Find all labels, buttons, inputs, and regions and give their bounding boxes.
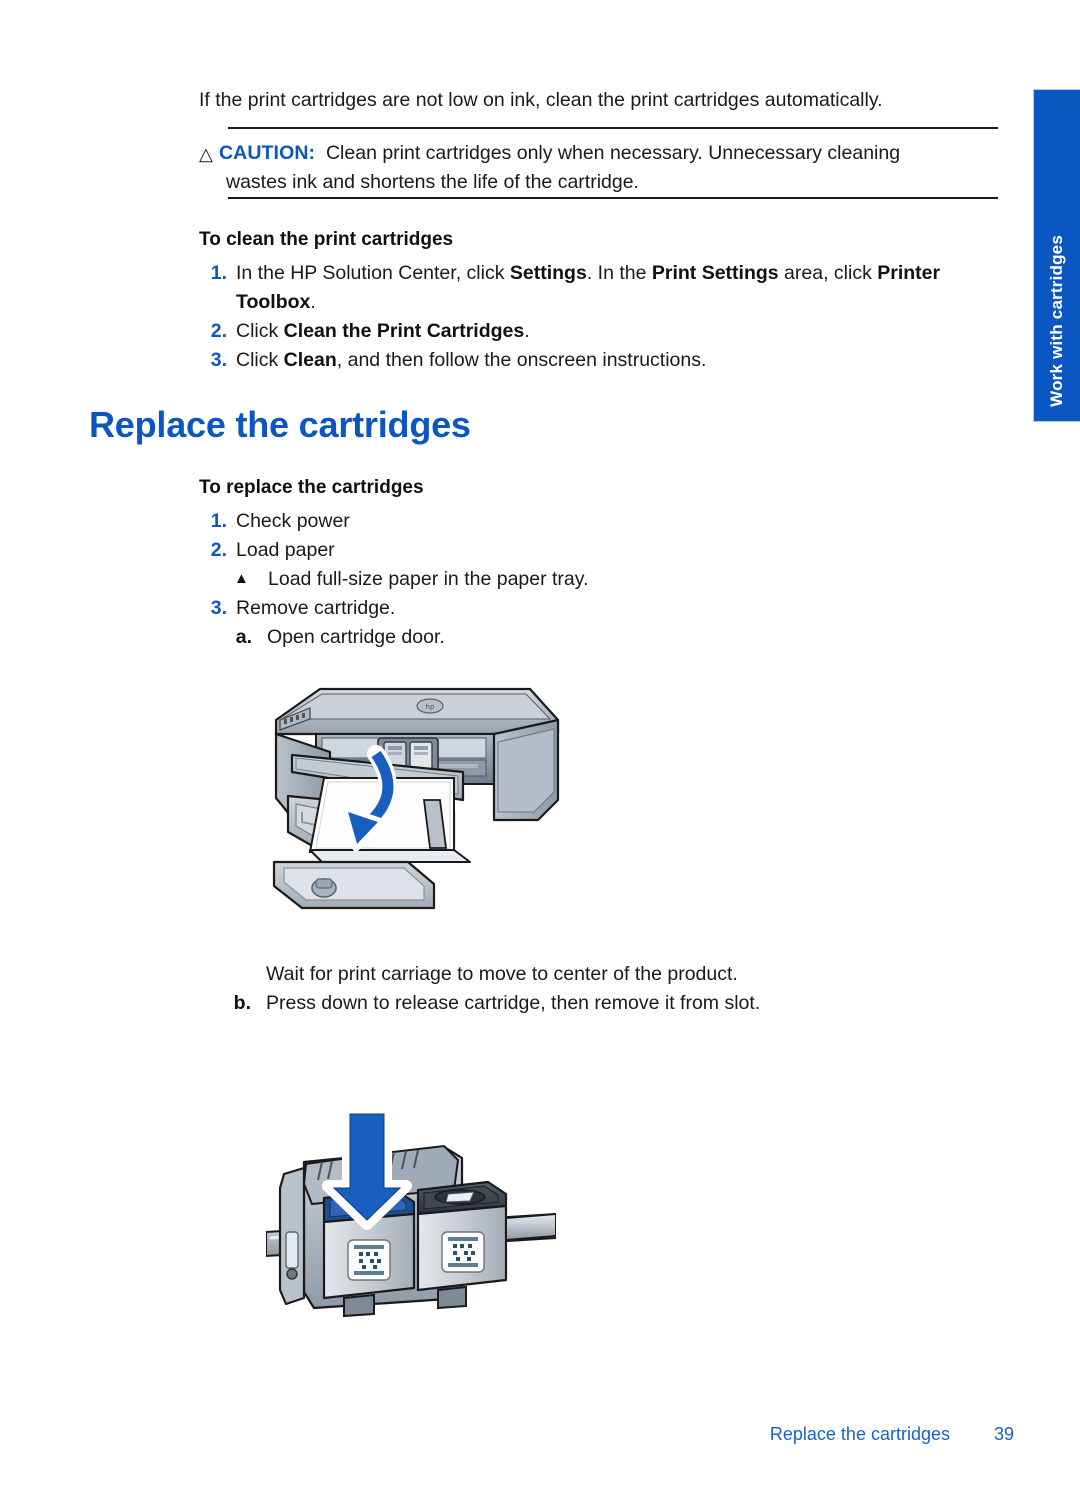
- list-item: 2. Click Clean the Print Cartridges.: [199, 317, 999, 346]
- clean-section-heading: To clean the print cartridges: [199, 229, 454, 250]
- step-number: 3.: [210, 597, 227, 619]
- caution-rule-bottom: [228, 197, 998, 199]
- sub-step-letter: a.: [235, 626, 252, 648]
- list-item-bullet: ▲ Load full-size paper in the paper tray…: [230, 565, 999, 594]
- document-page: Work with cartridges If the print cartri…: [0, 0, 1080, 1495]
- caution-text-line1: Clean print cartridges only when necessa…: [325, 142, 901, 164]
- intro-paragraph: If the print cartridges are not low on i…: [199, 89, 883, 111]
- sub-step-text: Open cartridge door.: [267, 626, 445, 648]
- triangle-bullet-icon: ▲: [234, 570, 249, 587]
- warning-triangle-icon: △: [199, 144, 213, 164]
- footer-title: Replace the cartridges: [769, 1424, 950, 1444]
- clean-steps-list: 1. In the HP Solution Center, click Sett…: [199, 259, 999, 375]
- wait-note-text: Wait for print carriage to move to cente…: [266, 963, 738, 985]
- caution-text-line2: wastes ink and shortens the life of the …: [226, 171, 639, 193]
- step-text: In the HP Solution Center, click Setting…: [236, 262, 941, 313]
- caution-note: △ CAUTION: Clean print cartridges only wh…: [199, 139, 999, 196]
- step-text: Click Clean the Print Cartridges.: [236, 320, 530, 342]
- step-text: Check power: [236, 510, 350, 532]
- list-item: 1. In the HP Solution Center, click Sett…: [199, 259, 999, 317]
- step-text: Click Clean, and then follow the onscree…: [236, 349, 707, 371]
- step-number: 2.: [210, 320, 227, 342]
- side-tab-work-with-cartridges: Work with cartridges: [1033, 89, 1080, 422]
- replace-section-heading: To replace the cartridges: [199, 477, 424, 498]
- step-text: Load paper: [236, 539, 335, 561]
- step-number: 1.: [210, 510, 227, 532]
- ink-cartridge-carriage-illustration: [265, 1102, 557, 1328]
- side-tab-label: Work with cartridges: [1047, 235, 1066, 407]
- step-number: 1.: [210, 262, 227, 284]
- list-item: 1. Check power: [199, 507, 999, 536]
- page-footer: Replace the cartridges 39: [0, 1424, 1030, 1445]
- step-number: 3.: [210, 349, 227, 371]
- sub-step-text: Press down to release cartridge, then re…: [266, 992, 761, 1014]
- replace-steps-list: 1. Check power 2. Load paper ▲ Load full…: [199, 507, 999, 652]
- step-text: Remove cartridge.: [236, 597, 396, 619]
- step-number: 2.: [210, 539, 227, 561]
- page-title: Replace the cartridges: [89, 404, 471, 445]
- hp-all-in-one-printer-illustration: hp: [258, 672, 578, 928]
- svg-text:hp: hp: [426, 703, 435, 711]
- list-item-sub: b. Press down to release cartridge, then…: [229, 989, 761, 1018]
- list-item-sub: a. Open cartridge door.: [230, 623, 999, 652]
- list-item: 3. Remove cartridge.: [199, 594, 999, 623]
- list-item: 2. Load paper: [199, 536, 999, 565]
- caution-rule-top: [228, 127, 998, 129]
- footer-page-number: 39: [994, 1424, 1015, 1444]
- sub-step-letter: b.: [233, 992, 251, 1014]
- caution-label: CAUTION:: [219, 142, 316, 164]
- list-item: 3. Click Clean, and then follow the onsc…: [199, 346, 999, 375]
- bullet-text: Load full-size paper in the paper tray.: [268, 568, 589, 590]
